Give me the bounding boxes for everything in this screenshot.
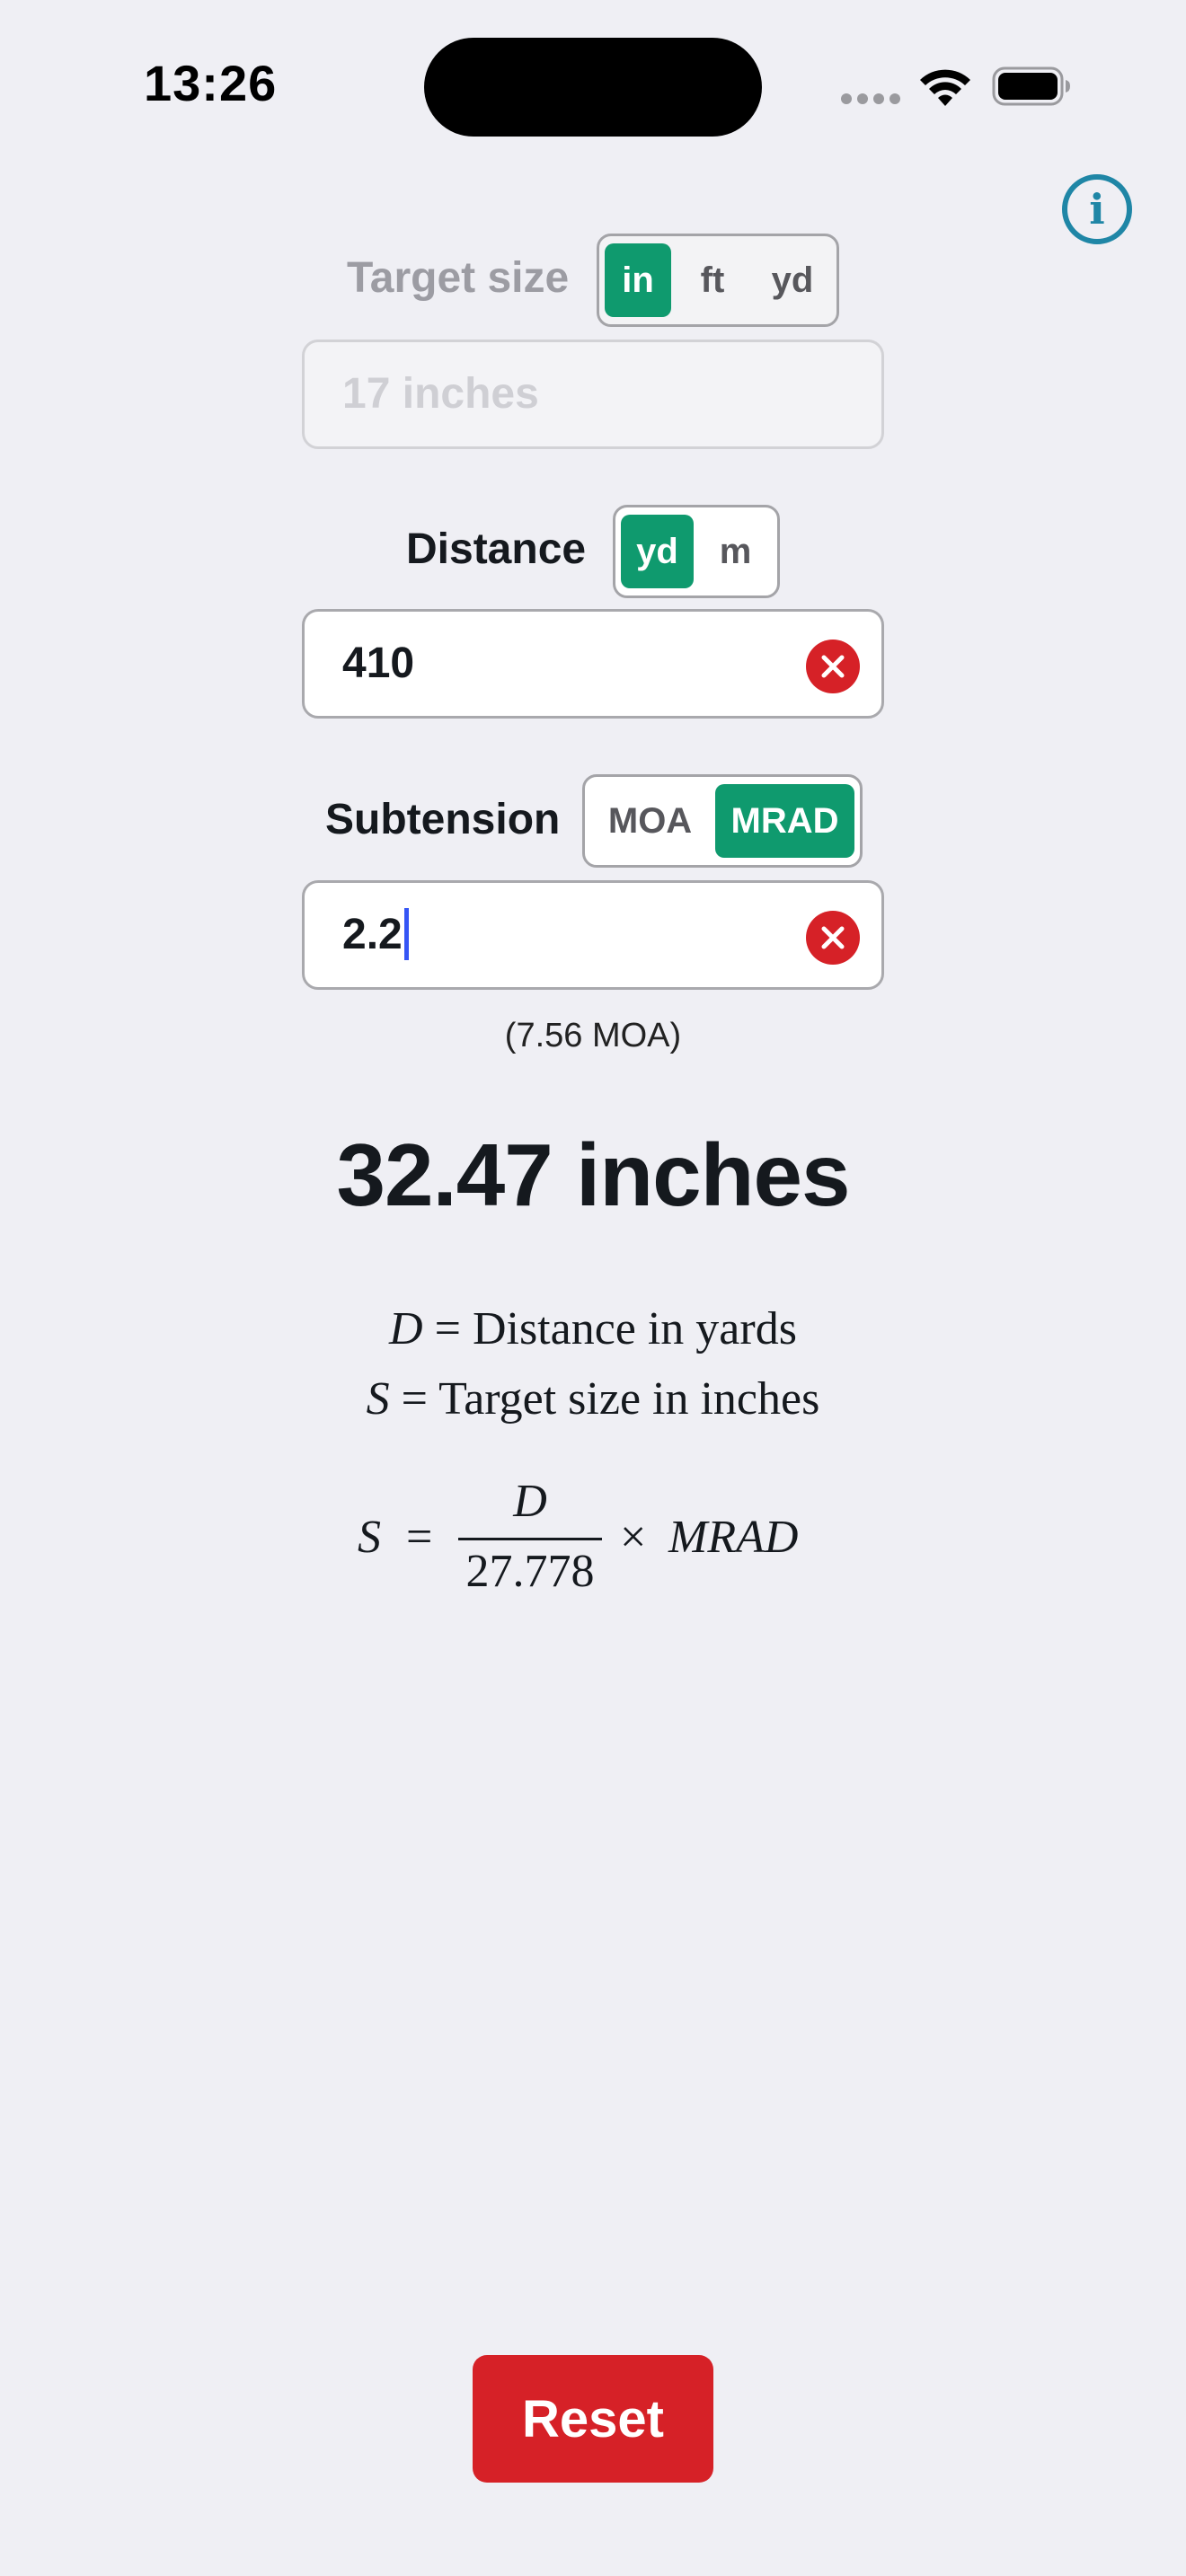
target-size-unit-selector[interactable]: in ft yd: [597, 234, 839, 327]
unit-option-ft[interactable]: ft: [677, 243, 748, 317]
target-size-placeholder: 17 inches: [342, 370, 539, 418]
formula-times: ×: [620, 1512, 647, 1563]
equals-sign: =: [434, 1303, 461, 1354]
clear-subtension-icon[interactable]: [806, 911, 860, 965]
battery-icon: [992, 66, 1070, 106]
subtension-label: Subtension: [325, 796, 561, 843]
formula-equals: =: [406, 1512, 433, 1563]
result-value: 32.47 inches: [336, 1125, 851, 1224]
unit-option-yd[interactable]: yd: [754, 243, 831, 317]
subtension-value: 2.2: [342, 911, 403, 958]
cellular-signal-icon: [841, 93, 906, 109]
unit-option-m[interactable]: m: [699, 515, 772, 588]
reset-button[interactable]: Reset: [473, 2355, 713, 2483]
d-definition: Distance in yards: [472, 1303, 797, 1354]
formula-s: S: [358, 1512, 381, 1563]
definition-d: D = Distance in yards: [0, 1302, 1186, 1355]
wifi-icon: [920, 69, 970, 106]
definition-s: S = Target size in inches: [0, 1372, 1186, 1425]
info-button[interactable]: i: [1062, 174, 1132, 244]
moa-conversion-note: (7.56 MOA): [504, 1017, 682, 1054]
clear-distance-icon[interactable]: [806, 640, 860, 693]
equals-sign: =: [401, 1373, 428, 1425]
target-size-input[interactable]: 17 inches: [302, 340, 884, 449]
status-time: 13:26: [144, 55, 278, 111]
fraction-bar: [458, 1538, 602, 1540]
formula-denominator: 27.778: [465, 1546, 595, 1597]
subtension-input[interactable]: 2.2: [302, 880, 884, 990]
distance-label: Distance: [406, 525, 587, 573]
distance-input[interactable]: 410: [302, 609, 884, 719]
formula-unit-term: MRAD: [668, 1512, 799, 1563]
unit-option-moa[interactable]: MOA: [590, 784, 710, 858]
target-size-label: Target size: [347, 254, 570, 302]
text-cursor: [403, 908, 409, 961]
s-definition: Target size in inches: [438, 1373, 820, 1425]
unit-option-yd[interactable]: yd: [621, 515, 694, 588]
unit-option-mrad[interactable]: MRAD: [715, 784, 854, 858]
distance-value: 410: [342, 640, 415, 687]
d-symbol: D: [389, 1303, 423, 1354]
info-icon: i: [1089, 185, 1105, 234]
formula-numerator: D: [513, 1476, 547, 1527]
dynamic-island: [424, 38, 762, 137]
distance-unit-selector[interactable]: yd m: [613, 505, 780, 598]
unit-option-in[interactable]: in: [605, 243, 671, 317]
subtension-unit-selector[interactable]: MOA MRAD: [582, 774, 863, 868]
s-symbol: S: [366, 1373, 390, 1425]
